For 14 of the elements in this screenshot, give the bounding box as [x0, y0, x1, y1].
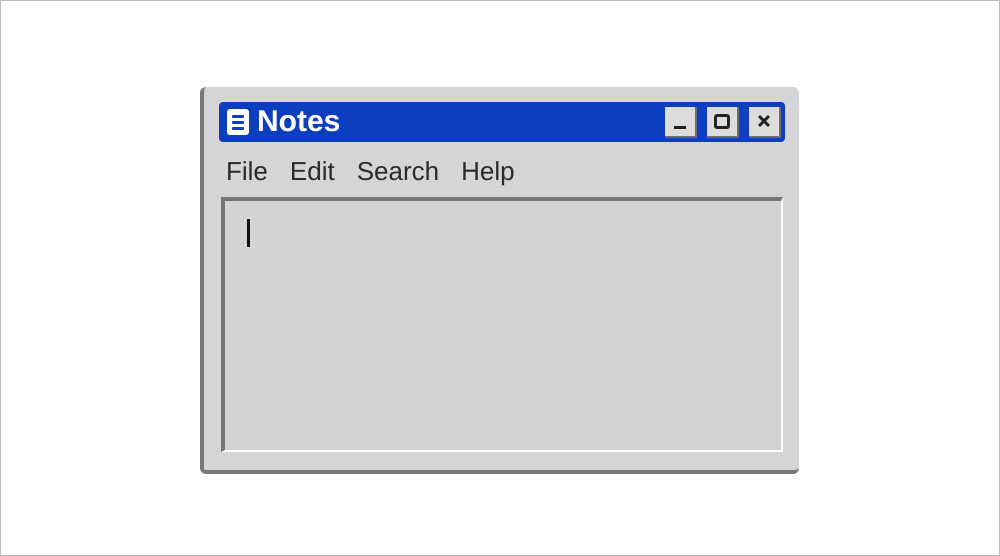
window-title: Notes — [257, 107, 340, 137]
text-cursor-icon — [247, 219, 250, 247]
document-icon — [227, 109, 249, 135]
maximize-icon — [714, 114, 730, 128]
menu-item[interactable]: Search — [356, 158, 440, 184]
maximize-button[interactable] — [707, 106, 739, 138]
text-area[interactable] — [221, 197, 783, 452]
menu-item[interactable]: Help — [461, 158, 515, 184]
close-button[interactable] — [749, 106, 781, 138]
minimize-icon — [674, 126, 686, 128]
menu-item[interactable]: Edit — [290, 158, 335, 184]
close-icon — [757, 114, 771, 128]
menu-item[interactable]: File — [226, 158, 268, 184]
minimize-button[interactable] — [665, 106, 697, 138]
